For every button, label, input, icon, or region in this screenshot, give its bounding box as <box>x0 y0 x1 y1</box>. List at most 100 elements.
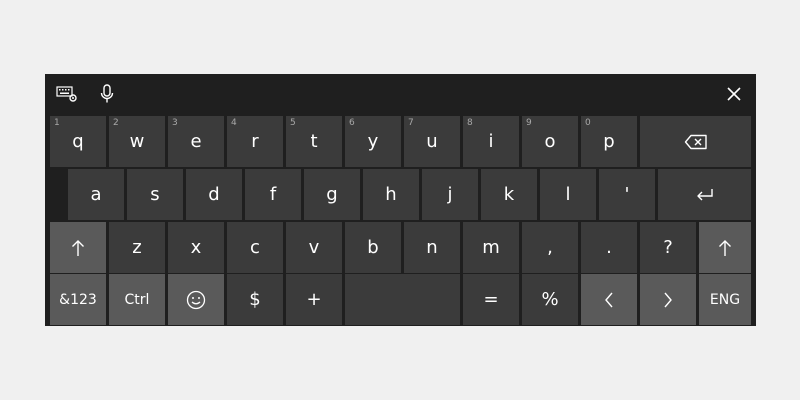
key-u[interactable]: 7u <box>404 116 460 167</box>
key-label: = <box>483 288 499 310</box>
shift-right-key[interactable] <box>699 222 751 273</box>
key-number-hint: 1 <box>54 118 60 128</box>
key-label: t <box>310 130 318 152</box>
key-label: % <box>541 288 559 310</box>
microphone-button[interactable] <box>93 80 121 108</box>
key-label: k <box>503 183 515 205</box>
key-f[interactable]: f <box>245 169 301 220</box>
chevron-left-icon <box>605 292 613 307</box>
key-question-mark[interactable]: ? <box>640 222 696 273</box>
key-label: ENG <box>709 291 741 308</box>
key-label: d <box>208 183 220 205</box>
key-d[interactable]: d <box>186 169 242 220</box>
key-r[interactable]: 4r <box>227 116 283 167</box>
enter-key[interactable] <box>658 169 751 220</box>
key-number-hint: 7 <box>408 118 414 128</box>
key-equals[interactable]: = <box>463 274 519 325</box>
key-label: m <box>482 236 500 258</box>
space-bar[interactable] <box>345 274 460 325</box>
key-number-hint: 3 <box>172 118 178 128</box>
key-comma[interactable]: , <box>522 222 578 273</box>
keyboard-settings-button[interactable] <box>53 80 81 108</box>
key-apostrophe[interactable]: ' <box>599 169 655 220</box>
key-y[interactable]: 6y <box>345 116 401 167</box>
touch-keyboard: 1q 2w 3e 4r 5t 6y 7u 8i 9o 0p a s d f g … <box>45 74 756 326</box>
close-keyboard-button[interactable] <box>720 80 748 108</box>
language-key[interactable]: ENG <box>699 274 751 325</box>
key-label: &123 <box>59 291 97 308</box>
cursor-left-key[interactable] <box>581 274 637 325</box>
key-k[interactable]: k <box>481 169 537 220</box>
microphone-icon <box>100 84 114 103</box>
shift-left-key[interactable] <box>50 222 106 273</box>
emoji-key[interactable] <box>168 274 224 325</box>
close-icon <box>727 87 741 101</box>
key-q[interactable]: 1q <box>50 116 106 167</box>
key-label: + <box>306 288 322 310</box>
key-label: v <box>308 236 320 258</box>
key-label: . <box>606 236 612 258</box>
key-l[interactable]: l <box>540 169 596 220</box>
key-number-hint: 0 <box>585 118 591 128</box>
symbols-key[interactable]: &123 <box>50 274 106 325</box>
key-label: u <box>426 130 438 152</box>
key-label: p <box>603 130 615 152</box>
key-label: i <box>488 130 494 152</box>
key-label: , <box>547 236 553 258</box>
key-j[interactable]: j <box>422 169 478 220</box>
key-a[interactable]: a <box>68 169 124 220</box>
key-g[interactable]: g <box>304 169 360 220</box>
ctrl-key[interactable]: Ctrl <box>109 274 165 325</box>
backspace-icon <box>684 134 707 149</box>
key-label: a <box>90 183 102 205</box>
key-label: f <box>269 183 277 205</box>
key-number-hint: 5 <box>290 118 296 128</box>
keyboard-settings-icon <box>56 86 77 102</box>
key-plus[interactable]: + <box>286 274 342 325</box>
key-i[interactable]: 8i <box>463 116 519 167</box>
key-c[interactable]: c <box>227 222 283 273</box>
key-label: l <box>565 183 571 205</box>
key-m[interactable]: m <box>463 222 519 273</box>
key-x[interactable]: x <box>168 222 224 273</box>
key-label: Ctrl <box>124 291 150 308</box>
key-label: c <box>250 236 260 258</box>
key-o[interactable]: 9o <box>522 116 578 167</box>
key-label: w <box>129 130 145 152</box>
key-h[interactable]: h <box>363 169 419 220</box>
key-v[interactable]: v <box>286 222 342 273</box>
key-z[interactable]: z <box>109 222 165 273</box>
key-w[interactable]: 2w <box>109 116 165 167</box>
key-label: b <box>367 236 379 258</box>
key-label: e <box>190 130 202 152</box>
key-number-hint: 8 <box>467 118 473 128</box>
chevron-right-icon <box>664 292 672 307</box>
key-label: z <box>132 236 142 258</box>
key-percent[interactable]: % <box>522 274 578 325</box>
emoji-smiley-icon <box>186 290 206 309</box>
key-number-hint: 9 <box>526 118 532 128</box>
backspace-key[interactable] <box>640 116 751 167</box>
cursor-right-key[interactable] <box>640 274 696 325</box>
key-label: ? <box>663 236 673 258</box>
enter-icon <box>696 188 713 200</box>
key-s[interactable]: s <box>127 169 183 220</box>
key-b[interactable]: b <box>345 222 401 273</box>
key-label: x <box>190 236 202 258</box>
key-label: g <box>326 183 338 205</box>
key-e[interactable]: 3e <box>168 116 224 167</box>
key-number-hint: 4 <box>231 118 237 128</box>
key-number-hint: 6 <box>349 118 355 128</box>
key-label: s <box>150 183 160 205</box>
key-p[interactable]: 0p <box>581 116 637 167</box>
key-label: r <box>251 130 259 152</box>
key-dollar[interactable]: $ <box>227 274 283 325</box>
key-t[interactable]: 5t <box>286 116 342 167</box>
key-n[interactable]: n <box>404 222 460 273</box>
key-label: $ <box>249 288 261 310</box>
key-period[interactable]: . <box>581 222 637 273</box>
key-label: h <box>385 183 397 205</box>
key-label: ' <box>624 183 630 205</box>
key-label: y <box>367 130 379 152</box>
shift-arrow-icon <box>72 239 84 256</box>
